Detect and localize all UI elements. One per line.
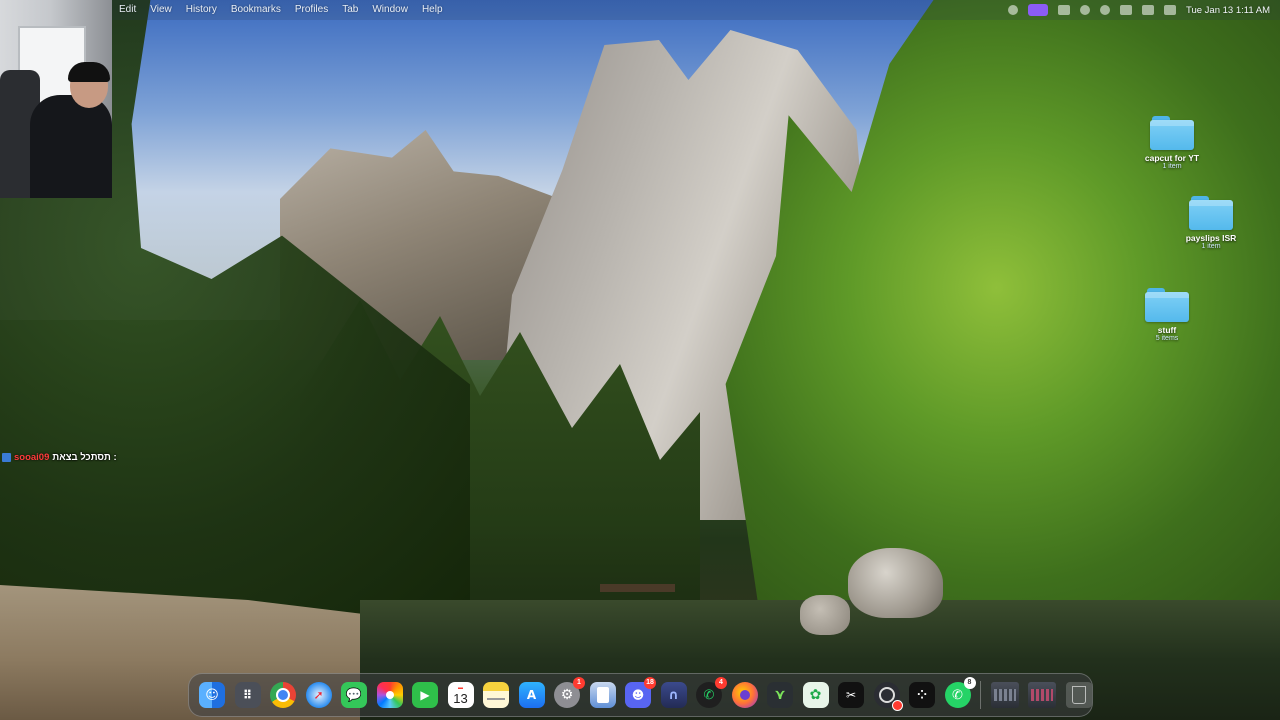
dock-app-safari[interactable]: ➚ (305, 682, 332, 708)
dock-app-calendar[interactable]: ▬ 13 (447, 682, 474, 708)
headset-icon (68, 62, 110, 82)
status-area: Tue Jan 13 1:11 AM (1008, 0, 1270, 20)
notes-icon (487, 698, 505, 700)
dock-app-discord[interactable]: ☻ 18 (625, 677, 656, 708)
trash-icon (1071, 686, 1086, 704)
calendar-day: 13 (453, 690, 468, 706)
photos-icon (385, 691, 394, 699)
dock-app-notes[interactable] (483, 682, 509, 708)
dock-separator (980, 681, 981, 709)
safari-icon: ➚ (313, 688, 324, 702)
whatsapp-icon: ✆ (952, 687, 963, 703)
dock-app-obs[interactable] (873, 682, 903, 711)
messages-icon: 💬 (345, 687, 363, 703)
menu-window[interactable]: Window (365, 0, 415, 20)
control-center-icon[interactable] (1164, 5, 1177, 15)
dock-app-system-settings[interactable]: ⚙ 1 (554, 677, 585, 708)
status-icon[interactable] (1008, 5, 1019, 15)
folder-item-count: 1 item (1201, 243, 1221, 250)
capcut-icon: ✂ (845, 688, 857, 702)
desktop-folder-payslips[interactable]: payslips ISR 1 item (1166, 196, 1256, 250)
chat-username: sooai09 (14, 452, 50, 463)
dock-app-capcut[interactable]: ✂ (838, 682, 864, 708)
wallpaper-bridge (600, 584, 675, 592)
maps-icon: ✿ (809, 687, 822, 703)
dock-app-arc[interactable]: ∩ (660, 682, 687, 708)
webcam-overlay (0, 0, 112, 198)
wallpaper-rock (848, 548, 943, 618)
menu-bookmarks[interactable]: Bookmarks (224, 0, 288, 20)
dock-app-messages[interactable]: 💬 (341, 682, 367, 708)
folder-icon (1150, 116, 1194, 150)
folder-name: capcut for YT (1144, 153, 1200, 163)
dock-app-whatsapp-2[interactable]: ✆ 8 (944, 677, 976, 708)
status-icon[interactable] (1058, 5, 1071, 15)
menu-help[interactable]: Help (415, 0, 450, 20)
desktop-wallpaper (0, 0, 1280, 720)
notification-badge: 4 (715, 677, 727, 689)
dock-app-app-store[interactable]: A (518, 682, 545, 708)
wifi-icon[interactable] (1142, 5, 1155, 15)
chrome-icon (276, 688, 290, 702)
chat-message-text: תסתכל בצאת : (52, 452, 117, 463)
dock-app-finder[interactable]: ☺ (199, 682, 225, 708)
menu-profiles[interactable]: Profiles (288, 0, 335, 20)
app-store-icon: A (526, 688, 537, 702)
dock-recent-window-2[interactable] (1028, 682, 1056, 708)
vector-icon: ⋎ (774, 687, 786, 703)
notification-badge: 1 (573, 677, 585, 689)
folder-icon (1189, 196, 1233, 230)
status-icon[interactable] (1100, 5, 1111, 15)
dock-recent-window-1[interactable] (990, 682, 1019, 708)
status-icon[interactable] (1080, 5, 1091, 15)
discord-icon: ☻ (631, 688, 645, 702)
whatsapp-icon: ✆ (703, 687, 715, 703)
folder-name: payslips ISR (1185, 233, 1237, 243)
dock-app-vectorize[interactable]: ⋎ (767, 682, 793, 708)
notification-badge: 18 (644, 677, 656, 689)
obs-icon (878, 687, 895, 703)
dock-app-game[interactable]: ⁘ (909, 682, 935, 708)
facetime-icon: ▶ (420, 688, 430, 702)
game-icon: ⁘ (916, 688, 928, 702)
stream-chat-message: sooai09 תסתכל בצאת : (2, 452, 117, 463)
window-thumbnail-icon (1031, 689, 1053, 701)
status-icon[interactable] (1120, 5, 1133, 15)
folder-icon (1145, 288, 1189, 322)
app-menus: Edit View History Bookmarks Profiles Tab… (112, 0, 450, 20)
folder-item-count: 1 item (1162, 163, 1182, 170)
dock-app-preview[interactable] (589, 682, 616, 708)
finder-icon: ☺ (205, 687, 219, 703)
firefox-icon (739, 690, 750, 700)
dock-app-photos[interactable] (376, 682, 403, 708)
arc-icon: ∩ (668, 687, 679, 703)
menu-bar: Edit View History Bookmarks Profiles Tab… (0, 0, 1280, 20)
dock-app-facetime[interactable]: ▶ (412, 682, 438, 708)
dock-app-whatsapp[interactable]: ✆ 4 (696, 677, 727, 708)
dock: ☺ ⠿ ➚ 💬 ▶ ▬ 13 A ⚙ 1 ☻ 18 ∩ ✆ 4 ⋎ ✿ ✂ ⁘ … (188, 673, 1093, 717)
dock-app-maps[interactable]: ✿ (802, 682, 829, 708)
settings-icon: ⚙ (560, 687, 574, 703)
dock-app-chrome[interactable] (270, 682, 296, 708)
dock-trash[interactable] (1065, 682, 1092, 708)
dock-app-firefox[interactable] (731, 682, 758, 708)
menu-tab[interactable]: Tab (335, 0, 365, 20)
recording-indicator-icon (891, 700, 903, 711)
menu-clock[interactable]: Tue Jan 13 1:11 AM (1186, 5, 1270, 16)
launchpad-icon: ⠿ (242, 688, 253, 702)
desktop-folder-capcut[interactable]: capcut for YT 1 item (1127, 116, 1217, 170)
chat-badge-icon (2, 453, 11, 462)
wallpaper-rock (800, 595, 850, 635)
desktop-folder-stuff[interactable]: stuff 5 items (1122, 288, 1212, 342)
menu-history[interactable]: History (179, 0, 224, 20)
folder-item-count: 5 items (1155, 335, 1179, 342)
menu-view[interactable]: View (143, 0, 179, 20)
folder-name: stuff (1157, 325, 1177, 335)
notification-badge: 8 (963, 677, 976, 689)
window-thumbnail-icon (993, 689, 1016, 701)
dock-app-launchpad[interactable]: ⠿ (234, 682, 261, 708)
screen-recording-icon[interactable] (1028, 4, 1049, 16)
preview-icon (596, 687, 609, 703)
menu-edit[interactable]: Edit (112, 0, 143, 20)
